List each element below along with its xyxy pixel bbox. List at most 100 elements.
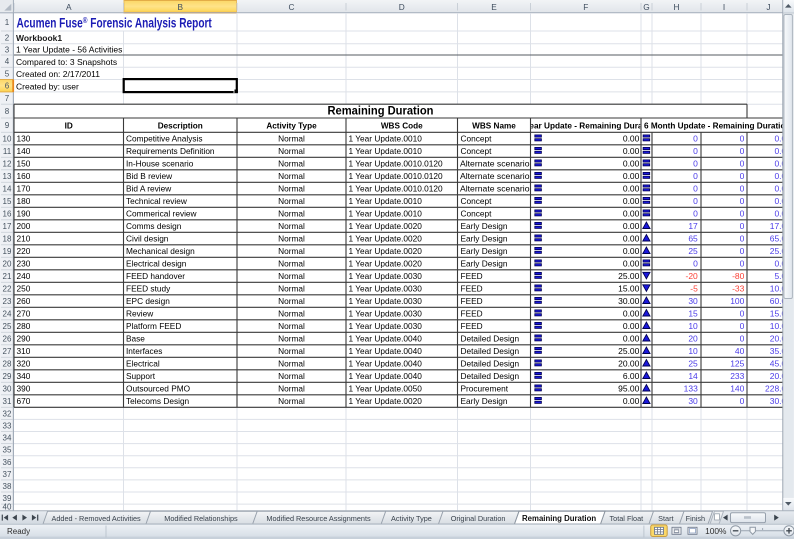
svg-text:Concept: Concept <box>461 146 493 156</box>
svg-text:0.00: 0.00 <box>623 308 640 318</box>
svg-text:6 Month Update - Remaining Dur: 6 Month Update - Remaining Duration <box>644 122 790 131</box>
svg-text:C: C <box>289 2 295 12</box>
svg-text:Normal: Normal <box>278 221 305 231</box>
svg-text:0: 0 <box>740 333 745 343</box>
svg-text:1 Year Update.0030: 1 Year Update.0030 <box>349 283 423 293</box>
svg-text:20.00: 20.00 <box>618 358 640 368</box>
svg-text:1 Year Update.0010: 1 Year Update.0010 <box>349 196 423 206</box>
svg-text:0: 0 <box>740 158 745 168</box>
svg-text:250: 250 <box>17 283 31 293</box>
svg-text:220: 220 <box>17 246 31 256</box>
svg-text:Concept: Concept <box>461 133 493 143</box>
svg-text:Modified Relationships: Modified Relationships <box>164 514 238 523</box>
svg-text:1 Year Update - 56 Activities: 1 Year Update - 56 Activities <box>16 45 122 55</box>
svg-text:17: 17 <box>3 222 12 231</box>
svg-text:12: 12 <box>3 160 12 169</box>
svg-text:6.00: 6.00 <box>623 371 640 381</box>
svg-text:95.00: 95.00 <box>618 383 640 393</box>
svg-text:0: 0 <box>740 221 745 231</box>
svg-text:0: 0 <box>740 233 745 243</box>
svg-text:4: 4 <box>5 57 10 66</box>
svg-text:125: 125 <box>730 358 744 368</box>
svg-text:180: 180 <box>17 196 31 206</box>
svg-text:0.00: 0.00 <box>623 133 640 143</box>
svg-text:30.00: 30.00 <box>618 296 640 306</box>
svg-text:Normal: Normal <box>278 146 305 156</box>
svg-text:27: 27 <box>3 347 12 356</box>
svg-text:Detailed Design: Detailed Design <box>461 371 520 381</box>
svg-text:G: G <box>643 2 649 12</box>
svg-text:WBS Name: WBS Name <box>472 122 516 131</box>
svg-text:Commerical review: Commerical review <box>126 208 198 218</box>
svg-text:Early Design: Early Design <box>461 246 508 256</box>
svg-text:190: 190 <box>17 208 31 218</box>
svg-text:0.00: 0.00 <box>623 158 640 168</box>
svg-text:7: 7 <box>5 94 10 103</box>
svg-text:5: 5 <box>5 69 10 78</box>
svg-text:1 Year Update.0050: 1 Year Update.0050 <box>349 383 423 393</box>
svg-text:Normal: Normal <box>278 183 305 193</box>
svg-text:Ready: Ready <box>7 527 30 536</box>
svg-text:Platform FEED: Platform FEED <box>126 321 181 331</box>
svg-text:11: 11 <box>3 147 12 156</box>
svg-text:I: I <box>723 2 725 12</box>
svg-text:0.00: 0.00 <box>623 221 640 231</box>
svg-text:Normal: Normal <box>278 296 305 306</box>
svg-text:14: 14 <box>3 185 12 194</box>
svg-text:170: 170 <box>17 183 31 193</box>
svg-text:Detailed Design: Detailed Design <box>461 358 520 368</box>
svg-text:1 Year Update.0010.0120: 1 Year Update.0010.0120 <box>349 171 444 181</box>
svg-text:280: 280 <box>17 321 31 331</box>
svg-text:Normal: Normal <box>278 196 305 206</box>
svg-text:38: 38 <box>3 482 12 491</box>
svg-text:Concept: Concept <box>461 208 493 218</box>
svg-text:Early Design: Early Design <box>461 258 508 268</box>
svg-text:Civil design: Civil design <box>126 233 169 243</box>
svg-text:40: 40 <box>3 502 12 511</box>
svg-text:270: 270 <box>17 308 31 318</box>
svg-text:1 Year Update.0020: 1 Year Update.0020 <box>349 258 423 268</box>
svg-text:-20: -20 <box>686 271 699 281</box>
svg-text:Acumen Fuse® Forensic Analysis: Acumen Fuse® Forensic Analysis Report <box>17 15 212 31</box>
svg-text:J: J <box>766 2 770 12</box>
svg-text:340: 340 <box>17 371 31 381</box>
svg-text:Normal: Normal <box>278 258 305 268</box>
svg-text:0: 0 <box>740 171 745 181</box>
svg-text:35: 35 <box>3 446 12 455</box>
svg-text:Electrical design: Electrical design <box>126 258 187 268</box>
svg-text:1 Year Update.0030: 1 Year Update.0030 <box>349 308 423 318</box>
svg-text:30: 30 <box>3 385 12 394</box>
svg-text:Interfaces: Interfaces <box>126 346 162 356</box>
svg-text:WBS Code: WBS Code <box>381 122 423 131</box>
svg-text:1 Year Update.0040: 1 Year Update.0040 <box>349 346 423 356</box>
svg-text:0: 0 <box>740 133 745 143</box>
svg-text:Mechanical design: Mechanical design <box>126 246 195 256</box>
svg-text:FEED: FEED <box>461 283 483 293</box>
svg-text:Normal: Normal <box>278 158 305 168</box>
svg-text:-80: -80 <box>732 271 745 281</box>
svg-text:FEED study: FEED study <box>126 283 171 293</box>
svg-text:Remaining Duration: Remaining Duration <box>522 514 596 523</box>
svg-text:9: 9 <box>5 121 10 130</box>
svg-text:0: 0 <box>740 321 745 331</box>
svg-text:Remaining Duration: Remaining Duration <box>328 105 434 118</box>
svg-text:Comms design: Comms design <box>126 221 182 231</box>
svg-text:Normal: Normal <box>278 308 305 318</box>
svg-text:Normal: Normal <box>278 233 305 243</box>
svg-text:0: 0 <box>740 246 745 256</box>
svg-text:Normal: Normal <box>278 321 305 331</box>
svg-text:0.00: 0.00 <box>623 183 640 193</box>
svg-text:FEED: FEED <box>461 296 483 306</box>
svg-text:30: 30 <box>688 396 698 406</box>
svg-text:1 Year Update.0040: 1 Year Update.0040 <box>349 358 423 368</box>
svg-text:29: 29 <box>3 372 12 381</box>
svg-text:0: 0 <box>693 183 698 193</box>
svg-text:0.00: 0.00 <box>623 258 640 268</box>
svg-text:1 Year Update.0020: 1 Year Update.0020 <box>349 396 423 406</box>
svg-text:0: 0 <box>740 208 745 218</box>
svg-text:40: 40 <box>735 346 745 356</box>
svg-text:Alternate scenario: Alternate scenario <box>460 171 530 181</box>
svg-text:-33: -33 <box>732 283 745 293</box>
svg-text:1 Year Update.0020: 1 Year Update.0020 <box>349 246 423 256</box>
svg-text:24: 24 <box>3 310 12 319</box>
